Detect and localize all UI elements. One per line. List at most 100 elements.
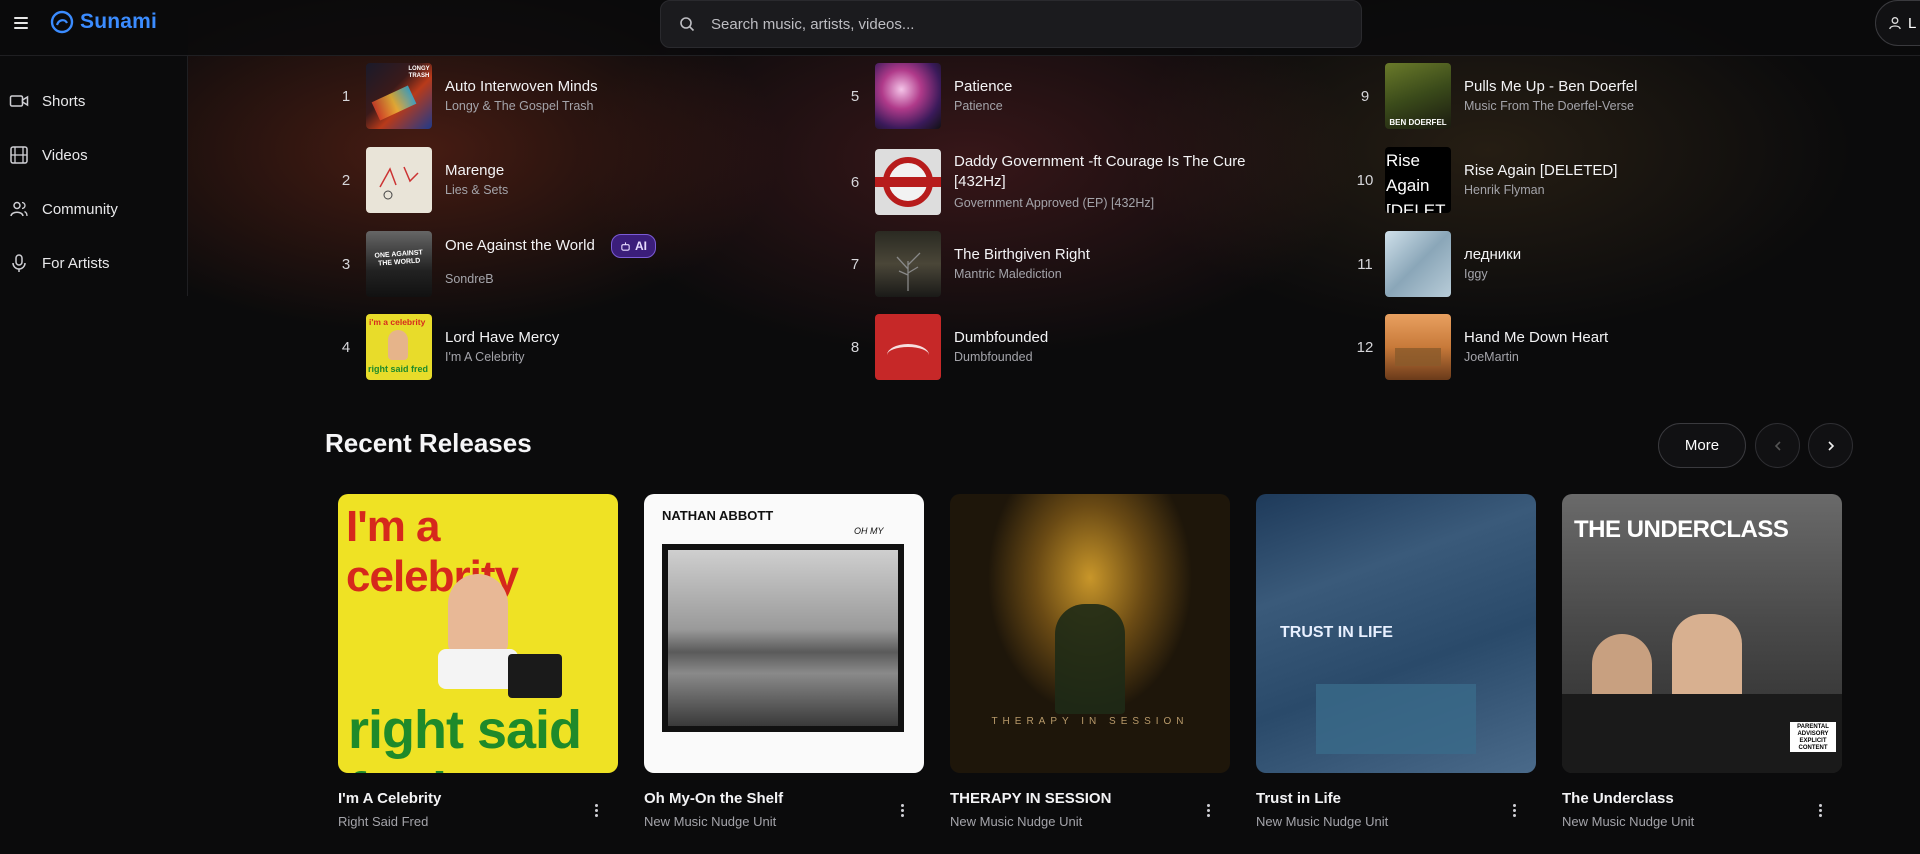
chevron-left-icon (1774, 440, 1781, 451)
more-options-icon[interactable] (588, 800, 604, 820)
sidebar-item-for-artists[interactable]: For Artists (0, 241, 188, 285)
chart-row[interactable]: 7 The Birthgiven Right Mantric Maledicti… (835, 231, 1090, 297)
cover-text: i'm a celebrity (369, 317, 426, 327)
release-cover[interactable]: THERAPY IN SESSION (950, 494, 1230, 773)
chart-cover[interactable] (366, 147, 432, 213)
artist-name[interactable]: Lies & Sets (445, 181, 508, 199)
artist-name[interactable]: SondreB (445, 270, 656, 288)
sunami-logo-icon (50, 10, 74, 34)
sidebar-item-videos[interactable]: Videos (0, 133, 188, 177)
cover-text: TRUST IN LIFE (1280, 624, 1393, 641)
chart-cover[interactable]: LONGY TRASH (366, 63, 432, 129)
sidebar-item-shorts[interactable]: Shorts (0, 79, 188, 123)
track-title[interactable]: Lord Have Mercy (445, 328, 559, 348)
chart-cover[interactable]: BEN DOERFEL (1385, 63, 1451, 129)
track-title[interactable]: Daddy Government -ft Courage Is The Cure… (954, 152, 1284, 192)
artist-name[interactable]: Music From The Doerfel-Verse (1464, 97, 1637, 115)
release-cover[interactable]: I'm a celebrity right said fred (338, 494, 618, 773)
track-title[interactable]: One Against the World (445, 237, 595, 254)
chart-cover[interactable] (875, 314, 941, 380)
chart-row[interactable]: 8 Dumbfounded Dumbfounded (835, 314, 1048, 380)
track-title[interactable]: Marenge (445, 161, 508, 181)
search-bar[interactable] (660, 0, 1362, 48)
release-card[interactable]: THERAPY IN SESSION THERAPY IN SESSION Ne… (950, 494, 1230, 829)
artist-name[interactable]: Patience (954, 97, 1012, 115)
track-title[interactable]: Dumbfounded (954, 328, 1048, 348)
artist-name[interactable]: Mantric Malediction (954, 265, 1090, 283)
chart-rank: 1 (341, 87, 351, 105)
chart-row[interactable]: 2 Marenge Lies & Sets (326, 147, 508, 213)
release-card[interactable]: THE UNDERCLASS PARENTAL ADVISORY EXPLICI… (1562, 494, 1842, 829)
chart-meta: Hand Me Down Heart JoeMartin (1464, 328, 1608, 366)
more-options-icon[interactable] (1506, 800, 1522, 820)
user-menu-button[interactable]: L (1875, 0, 1920, 46)
chart-row[interactable]: 9 BEN DOERFEL Pulls Me Up - Ben Doerfel … (1345, 63, 1637, 129)
artist-name[interactable]: JoeMartin (1464, 348, 1608, 366)
artist-name[interactable]: Dumbfounded (954, 348, 1048, 366)
chart-cover[interactable]: Rise Again [DELETE (1385, 147, 1451, 213)
chart-row[interactable]: 4 i'm a celebrity right said fred Lord H… (326, 314, 559, 380)
track-title[interactable]: Patience (954, 77, 1012, 97)
sidebar-item-community[interactable]: Community (0, 187, 188, 231)
chart-cover[interactable]: i'm a celebrity right said fred (366, 314, 432, 380)
release-title[interactable]: THERAPY IN SESSION (950, 790, 1111, 807)
more-options-icon[interactable] (1812, 800, 1828, 820)
track-title[interactable]: Hand Me Down Heart (1464, 328, 1608, 348)
release-artist[interactable]: Right Said Fred (338, 814, 428, 829)
release-cover[interactable]: TRUST IN LIFE (1256, 494, 1536, 773)
chart-row[interactable]: 12 Hand Me Down Heart JoeMartin (1345, 314, 1608, 380)
track-title[interactable]: ледники (1464, 245, 1521, 265)
release-artist[interactable]: New Music Nudge Unit (1256, 814, 1388, 829)
chart-row[interactable]: 10 Rise Again [DELETE Rise Again [DELETE… (1345, 147, 1617, 213)
release-artist[interactable]: New Music Nudge Unit (644, 814, 776, 829)
release-artist[interactable]: New Music Nudge Unit (950, 814, 1082, 829)
chart-cover[interactable] (875, 149, 941, 215)
more-options-icon[interactable] (894, 800, 910, 820)
release-cover[interactable]: THE UNDERCLASS PARENTAL ADVISORY EXPLICI… (1562, 494, 1842, 773)
parental-advisory-label: PARENTAL ADVISORY EXPLICIT CONTENT (1790, 722, 1836, 752)
chart-cover[interactable] (875, 231, 941, 297)
carousel-prev-button[interactable] (1755, 423, 1800, 468)
release-title[interactable]: Trust in Life (1256, 790, 1341, 807)
search-input[interactable] (711, 15, 1311, 33)
artist-name[interactable]: Government Approved (EP) [432Hz] (954, 194, 1284, 212)
release-title[interactable]: The Underclass (1562, 790, 1674, 807)
chart-row[interactable]: 11 ледники Iggy (1345, 231, 1521, 297)
track-title[interactable]: Pulls Me Up - Ben Doerfel (1464, 77, 1637, 97)
release-card[interactable]: I'm a celebrity right said fred I'm A Ce… (338, 494, 618, 829)
artist-name[interactable]: I'm A Celebrity (445, 348, 559, 366)
artist-name[interactable]: Iggy (1464, 265, 1521, 283)
chart-rank: 6 (850, 173, 860, 191)
logo[interactable]: Sunami (50, 10, 157, 34)
more-options-icon[interactable] (1200, 800, 1216, 820)
release-title[interactable]: I'm A Celebrity (338, 790, 441, 807)
chart-row[interactable]: 1 LONGY TRASH Auto Interwoven Minds Long… (326, 63, 598, 129)
chart-cover[interactable]: ONE AGAINST THE WORLD (366, 231, 432, 297)
track-title[interactable]: Rise Again [DELETED] (1464, 161, 1617, 181)
track-title[interactable]: Auto Interwoven Minds (445, 77, 598, 97)
release-title[interactable]: Oh My-On the Shelf (644, 790, 783, 807)
sidebar-item-label: For Artists (42, 254, 110, 272)
release-artist[interactable]: New Music Nudge Unit (1562, 814, 1694, 829)
carousel-next-button[interactable] (1808, 423, 1853, 468)
chart-row[interactable]: 5 Patience Patience (835, 63, 1012, 129)
release-cover[interactable]: NATHAN ABBOTT OH MY (644, 494, 924, 773)
chart-cover[interactable] (875, 63, 941, 129)
chart-cover[interactable] (1385, 314, 1451, 380)
track-title[interactable]: The Birthgiven Right (954, 245, 1090, 265)
artist-name[interactable]: Henrik Flyman (1464, 181, 1617, 199)
user-icon (1889, 17, 1901, 30)
chart-row[interactable]: 3 ONE AGAINST THE WORLD One Against the … (326, 231, 656, 297)
artist-name[interactable]: Longy & The Gospel Trash (445, 97, 598, 115)
microphone-icon (12, 254, 26, 272)
release-card[interactable]: NATHAN ABBOTT OH MY Oh My-On the Shelf N… (644, 494, 924, 829)
release-card[interactable]: TRUST IN LIFE Trust in Life New Music Nu… (1256, 494, 1536, 829)
chart-row[interactable]: 6 Daddy Government -ft Courage Is The Cu… (835, 147, 1284, 217)
more-button[interactable]: More (1658, 423, 1746, 468)
tree-art (896, 252, 921, 291)
cover-text: THE UNDERCLASS (1574, 516, 1789, 543)
ai-badge: AI (610, 234, 656, 258)
hamburger-menu-icon[interactable] (10, 14, 32, 36)
robot-icon (621, 241, 630, 251)
chart-cover[interactable] (1385, 231, 1451, 297)
